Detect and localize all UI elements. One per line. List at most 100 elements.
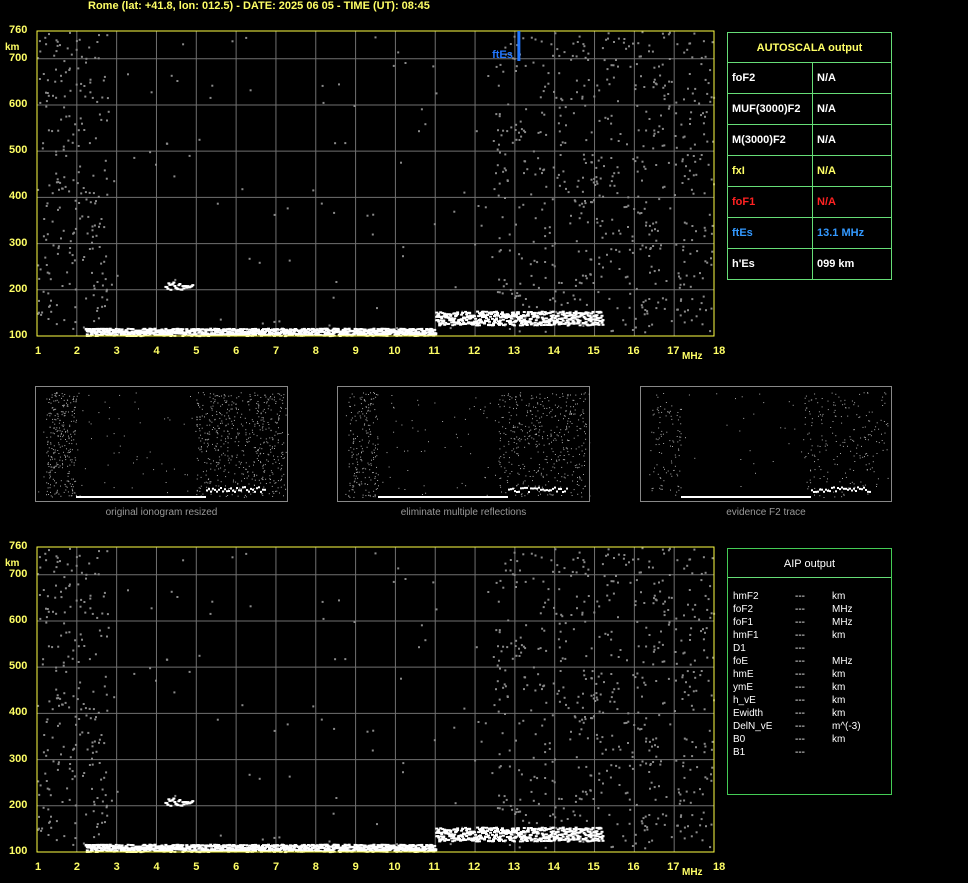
trace-point (111, 331, 115, 334)
trace-point (373, 332, 377, 335)
trace-point (145, 329, 149, 331)
noise-point (320, 202, 323, 205)
trace-point (203, 334, 207, 337)
noise-point (103, 169, 106, 172)
trace-point (369, 848, 373, 851)
trace-point (487, 840, 490, 843)
noise-point (544, 777, 547, 779)
trace-point (241, 329, 245, 332)
noise-point (68, 798, 71, 801)
trace-point (175, 287, 179, 290)
noise-point (682, 761, 685, 764)
trace-point (429, 846, 433, 849)
noise-point (52, 610, 54, 613)
trace-point (573, 828, 577, 831)
trace-point (215, 849, 219, 852)
trace-point (515, 311, 519, 314)
trace-point (214, 846, 218, 848)
trace-point (537, 323, 541, 326)
noise-point (652, 86, 655, 89)
trace-point (447, 322, 451, 325)
trace-point (432, 850, 436, 853)
trace-point (590, 839, 594, 842)
noise-point (645, 221, 648, 224)
noise-point (62, 148, 65, 151)
noise-point (675, 662, 678, 665)
trace-point (257, 844, 260, 847)
trace-point (100, 333, 104, 336)
trace-point (118, 846, 122, 849)
noise-point (556, 176, 559, 179)
trace-point (344, 844, 348, 847)
noise-point (79, 89, 82, 92)
noise-point (520, 651, 523, 654)
trace-point (392, 846, 396, 849)
noise-point (472, 322, 475, 325)
trace-point (436, 830, 440, 833)
trace-point (412, 844, 416, 847)
trace-point (123, 849, 127, 852)
trace-point (91, 844, 95, 846)
noise-point (506, 179, 509, 182)
trace-point (383, 843, 387, 846)
noise-point (544, 330, 547, 333)
noise-point (710, 612, 713, 615)
noise-point (592, 199, 595, 202)
trace-point (162, 331, 166, 334)
trace-point (352, 333, 356, 336)
trace-point (221, 847, 225, 850)
noise-point (509, 559, 512, 561)
trace-point (503, 832, 507, 835)
trace-point (150, 844, 154, 847)
trace-point (413, 848, 417, 851)
trace-point (141, 328, 145, 331)
trace-point (480, 314, 483, 317)
trace-point (508, 831, 512, 834)
trace-point (509, 831, 513, 834)
noise-point (534, 554, 537, 557)
trace-point (122, 849, 126, 852)
noise-point (554, 758, 556, 761)
trace-point (451, 318, 455, 321)
trace-point (251, 328, 255, 330)
noise-point (610, 638, 613, 641)
trace-point (509, 317, 513, 320)
noise-point (609, 184, 612, 187)
noise-point (74, 822, 77, 825)
trace-point (349, 334, 353, 337)
trace-point (401, 847, 405, 850)
noise-point (504, 53, 507, 56)
noise-point (75, 599, 78, 602)
noise-point (509, 288, 512, 291)
noise-point (73, 775, 76, 778)
trace-point (136, 332, 140, 335)
noise-point (37, 827, 40, 830)
trace-point (92, 844, 96, 847)
trace-point (448, 829, 452, 832)
noise-point (589, 258, 592, 261)
noise-point (603, 59, 606, 62)
trace-point (183, 333, 187, 336)
noise-point (572, 810, 575, 813)
trace-point (372, 843, 376, 846)
noise-point (105, 177, 108, 180)
noise-point (515, 65, 518, 68)
noise-point (49, 278, 52, 281)
noise-point (668, 58, 671, 60)
noise-point (449, 843, 452, 846)
trace-point (397, 850, 401, 853)
trace-point (592, 831, 596, 834)
noise-point (487, 591, 490, 593)
trace-point (338, 847, 342, 850)
noise-point (675, 243, 678, 246)
noise-point (685, 165, 687, 168)
noise-point (198, 138, 201, 141)
trace-point (292, 844, 296, 847)
trace-point (319, 846, 323, 848)
trace-point (131, 335, 135, 337)
trace-point (152, 848, 156, 851)
trace-point (474, 838, 478, 841)
trace-point (344, 328, 348, 331)
trace-point (510, 831, 514, 834)
trace-point (573, 832, 577, 835)
